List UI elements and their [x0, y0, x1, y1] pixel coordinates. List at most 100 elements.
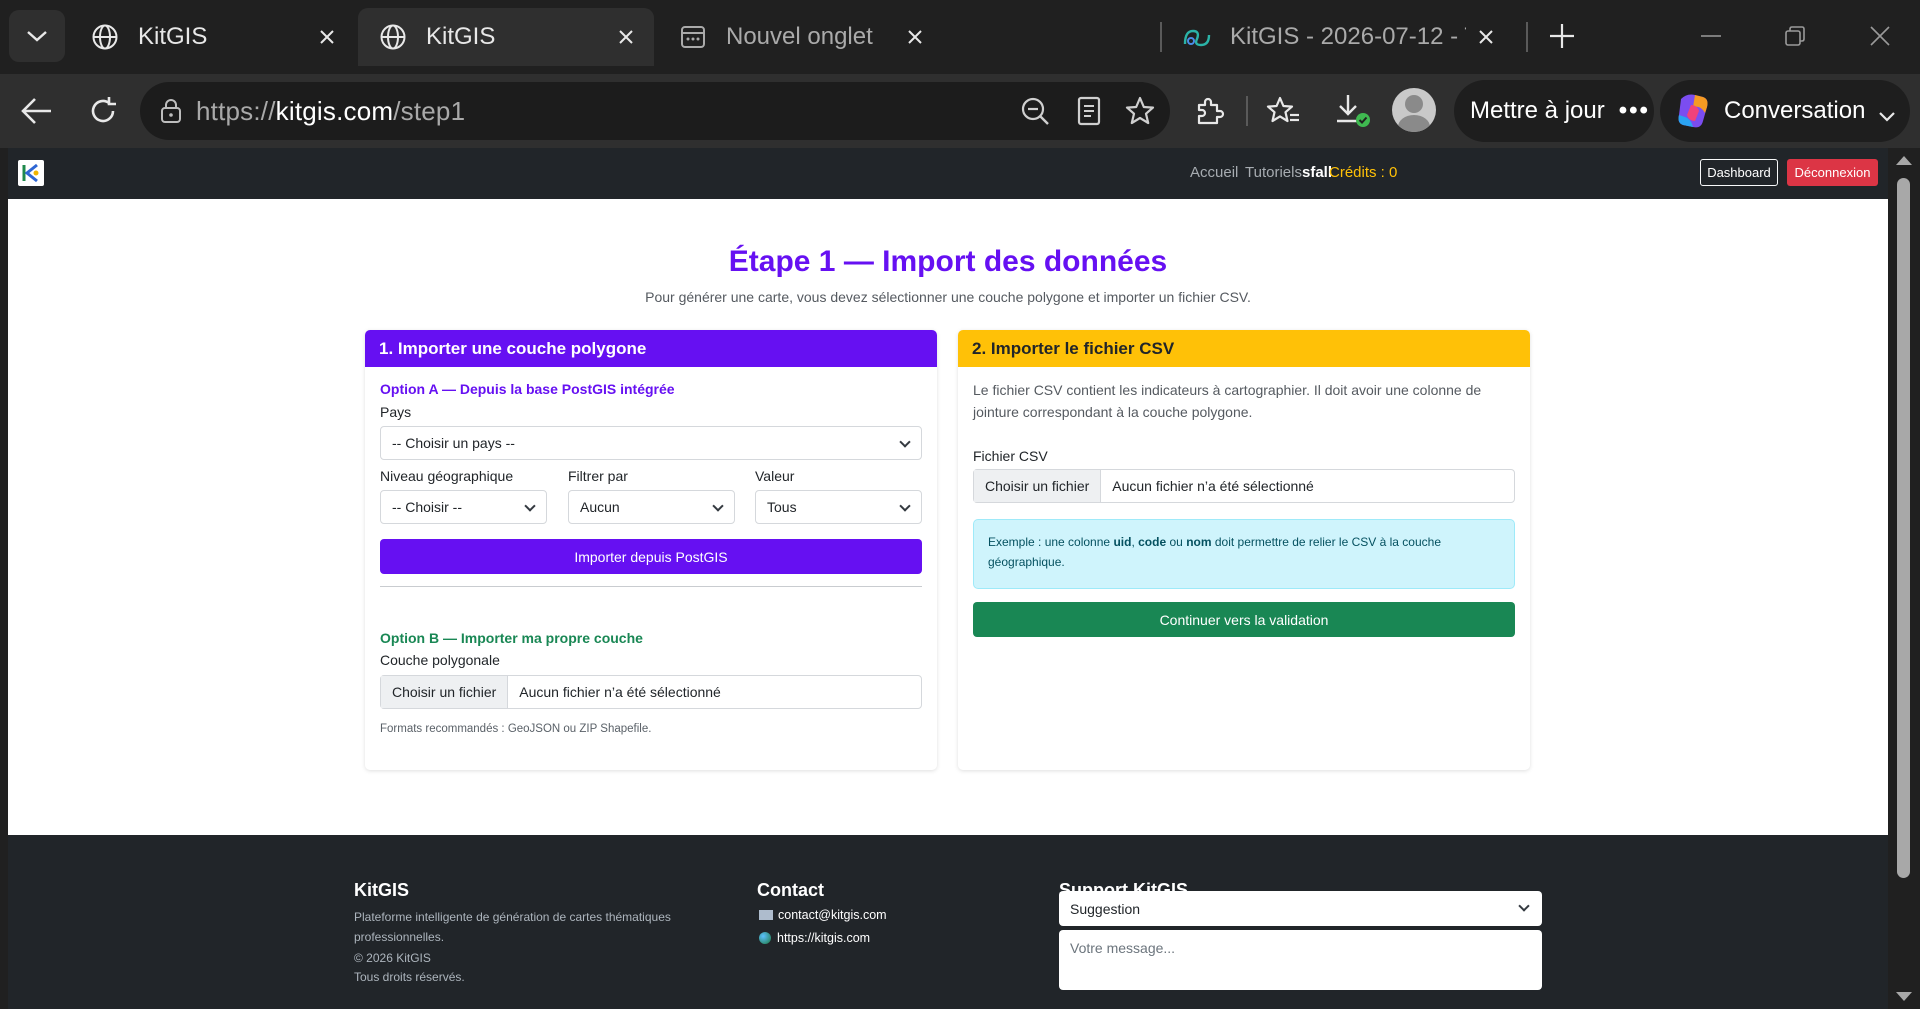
tab-separator — [1526, 22, 1528, 52]
option-b-title: Option B — Importer ma propre couche — [380, 630, 643, 646]
close-icon[interactable] — [1466, 17, 1506, 57]
support-type-value: Suggestion — [1070, 900, 1141, 917]
envelope-icon — [759, 910, 773, 920]
reading-view-icon[interactable] — [1076, 96, 1102, 131]
file-status: Aucun fichier n’a été sélectionné — [1112, 478, 1314, 494]
more-icon[interactable]: ••• — [1619, 97, 1650, 125]
footer-brand: KitGIS — [354, 880, 410, 900]
favorite-star-icon[interactable] — [1124, 95, 1156, 132]
address-bar[interactable]: https://kitgis.com/step1 — [140, 82, 1170, 140]
level-select-value: -- Choisir -- — [392, 499, 462, 515]
contact-website: https://kitgis.com — [777, 931, 871, 945]
csv-file-label: Fichier CSV — [973, 448, 1048, 464]
value-select-value: Tous — [767, 499, 797, 515]
nav-username: sfall — [1302, 164, 1333, 181]
tab-title: KitGIS — [426, 23, 496, 50]
example-code: code — [1138, 535, 1167, 549]
tab-kitgis-table[interactable]: KitGIS - 2026-07-12 - Table — [1162, 8, 1514, 66]
globe-icon — [90, 22, 120, 52]
minimize-icon — [1701, 35, 1721, 37]
scroll-up-arrow-icon[interactable] — [1896, 156, 1912, 165]
new-tab-button[interactable] — [1540, 16, 1584, 56]
example-text: Exemple : une colonne — [988, 535, 1111, 549]
dashboard-button[interactable]: Dashboard — [1700, 159, 1778, 186]
url-path: /step1 — [393, 95, 466, 126]
value-select[interactable]: Tous — [755, 490, 922, 524]
back-arrow-icon — [21, 98, 51, 124]
copilot-conversation-button[interactable]: Conversation — [1660, 80, 1910, 142]
page-title: Étape 1 — Import des données — [728, 245, 1168, 278]
tab-kitgis-2[interactable]: KitGIS — [358, 8, 654, 66]
profile-avatar[interactable] — [1392, 88, 1436, 132]
chevron-down-icon[interactable] — [1878, 102, 1896, 130]
filter-label: Filtrer par — [568, 468, 628, 484]
support-message-textarea[interactable]: Votre message... — [1059, 930, 1542, 990]
nav-tutorials-link[interactable]: Tutoriels — [1245, 164, 1302, 181]
restore-button[interactable] — [1773, 16, 1817, 56]
toolbar-separator — [1246, 96, 1248, 126]
tab-title: KitGIS — [138, 23, 208, 50]
reload-icon — [91, 97, 116, 123]
restore-icon — [1785, 26, 1805, 46]
csv-description: Le fichier CSV contient les indicateurs … — [973, 382, 1482, 420]
example-nom: nom — [1186, 535, 1212, 549]
choose-file-button[interactable]: Choisir un fichier — [381, 676, 509, 708]
reload-button[interactable] — [76, 84, 130, 138]
scroll-down-arrow-icon[interactable] — [1896, 992, 1912, 1001]
puzzle-icon — [1197, 97, 1225, 125]
footer-tagline: Plateforme intelligente de génération de… — [354, 910, 671, 944]
layer-label: Couche polygonale — [380, 652, 500, 668]
csv-file-input[interactable]: Choisir un fichier Aucun fichier n’a été… — [973, 469, 1515, 503]
footer-rights: Tous droits réservés. — [354, 970, 465, 984]
tab-title: KitGIS - 2026-07-12 - Table — [1230, 23, 1466, 50]
example-or: ou — [1169, 535, 1183, 549]
kitgis-logo[interactable] — [18, 160, 44, 186]
page-viewport: Accueil Tutoriels sfall Crédits : 0 Dash… — [8, 148, 1888, 1009]
nav-home-link[interactable]: Accueil — [1190, 164, 1238, 181]
tab-title: Nouvel onglet — [726, 23, 873, 50]
layer-file-input[interactable]: Choisir un fichier Aucun fichier n’a été… — [380, 675, 922, 709]
filter-select-value: Aucun — [580, 499, 620, 515]
downloads-button[interactable] — [1326, 84, 1380, 138]
choose-file-button[interactable]: Choisir un fichier — [974, 470, 1102, 502]
page-scrollbar[interactable] — [1888, 148, 1920, 1009]
minimize-button[interactable] — [1689, 16, 1733, 56]
tab-kitgis-1[interactable]: KitGIS — [70, 8, 355, 66]
level-select[interactable]: -- Choisir -- — [380, 490, 547, 524]
close-icon[interactable] — [895, 17, 935, 57]
favorites-button[interactable] — [1256, 84, 1310, 138]
filter-select[interactable]: Aucun — [568, 490, 735, 524]
site-info-icon[interactable] — [158, 98, 184, 129]
back-button[interactable] — [10, 84, 64, 138]
zoom-out-icon[interactable] — [1020, 96, 1050, 131]
chevron-down-icon — [712, 500, 724, 512]
close-icon[interactable] — [307, 17, 347, 57]
tab-list-button[interactable] — [9, 10, 65, 62]
country-select[interactable]: -- Choisir un pays -- — [380, 426, 922, 460]
chevron-down-icon — [27, 31, 47, 42]
file-status: Aucun fichier n’a été sélectionné — [519, 684, 721, 700]
close-icon[interactable] — [606, 17, 646, 57]
browser-toolbar: https://kitgis.com/step1 Mettre à jour •… — [0, 74, 1920, 148]
logout-button[interactable]: Déconnexion — [1787, 159, 1878, 186]
update-button[interactable]: Mettre à jour ••• — [1454, 80, 1654, 142]
continue-validation-button[interactable]: Continuer vers la validation — [973, 602, 1515, 637]
value-label: Valeur — [755, 468, 795, 484]
close-icon — [1870, 26, 1890, 46]
close-window-button[interactable] — [1858, 16, 1902, 56]
extensions-button[interactable] — [1182, 84, 1236, 138]
scrollbar-thumb[interactable] — [1897, 178, 1910, 878]
chevron-down-icon — [899, 500, 911, 512]
url-domain: kitgis.com — [275, 95, 394, 126]
support-type-select[interactable]: Suggestion — [1059, 891, 1542, 926]
tab-bar: KitGIS KitGIS Nouvel onglet KitGIS - 202… — [0, 0, 1920, 74]
contact-website-link[interactable]: https://kitgis.com — [759, 931, 870, 945]
page-subtitle: Pour générer une carte, vous devez sélec… — [645, 289, 1251, 305]
import-postgis-button[interactable]: Importer depuis PostGIS — [380, 539, 922, 574]
tab-new-tab[interactable]: Nouvel onglet — [658, 8, 943, 66]
site-footer: KitGIS Plateforme intelligente de généra… — [8, 835, 1888, 1009]
contact-email-link[interactable]: contact@kitgis.com — [759, 908, 887, 922]
plus-icon — [1550, 24, 1574, 48]
example-separator: , — [1131, 535, 1135, 549]
new-tab-icon — [678, 22, 708, 52]
